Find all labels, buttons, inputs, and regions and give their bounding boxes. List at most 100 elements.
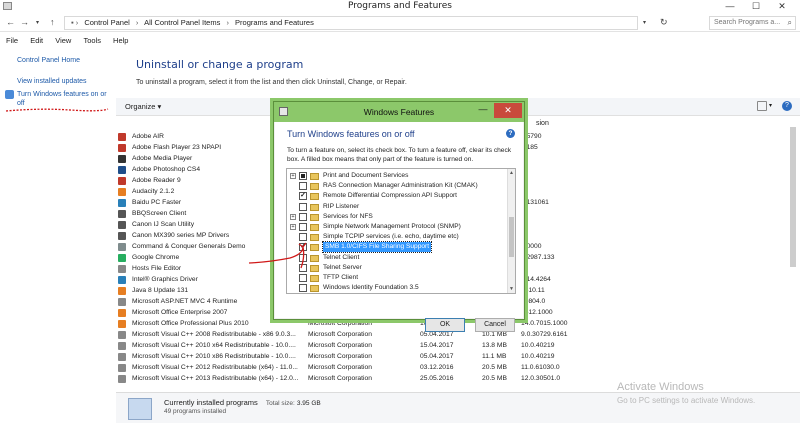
expand-icon[interactable]: + xyxy=(290,213,296,220)
feature-checkbox[interactable] xyxy=(299,263,307,272)
expand-icon[interactable]: + xyxy=(290,224,296,230)
feature-item[interactable]: RAS Connection Manager Administration Ki… xyxy=(287,181,509,191)
maximize-button[interactable]: ☐ xyxy=(744,0,768,13)
view-options-icon[interactable] xyxy=(757,101,767,111)
feature-item[interactable]: + Services for NFS xyxy=(287,212,509,222)
program-publisher: Microsoft Corporation xyxy=(308,353,372,360)
program-version: 3.131061 xyxy=(521,199,549,206)
activate-windows-title: Activate Windows xyxy=(617,381,704,393)
feature-item[interactable]: ✓ SMB 1.0/CIFS File Sharing Support xyxy=(287,241,509,254)
breadcrumb-programs[interactable]: Programs and Features xyxy=(235,18,314,27)
menu-view[interactable]: View xyxy=(55,36,71,45)
program-name: Microsoft Visual C++ 2008 Redistributabl… xyxy=(132,331,296,338)
recent-dropdown-icon[interactable]: ▾ xyxy=(36,19,39,26)
page-title: Uninstall or change a program xyxy=(136,58,304,71)
feature-checkbox[interactable] xyxy=(299,233,307,242)
program-icon xyxy=(118,298,126,306)
feature-item[interactable]: + Simple Network Management Protocol (SNM… xyxy=(287,222,509,232)
cancel-button[interactable]: Cancel xyxy=(475,318,515,332)
minimize-button[interactable]: — xyxy=(718,0,742,13)
program-icon xyxy=(118,276,126,284)
search-placeholder: Search Programs a... xyxy=(714,19,781,26)
search-input[interactable]: Search Programs a... ⌕ xyxy=(709,16,796,30)
feature-item[interactable]: Telnet Server xyxy=(287,263,509,273)
feature-item[interactable]: Simple TCPIP services (i.e. echo, daytim… xyxy=(287,232,509,242)
program-publisher: Microsoft Corporation xyxy=(308,331,372,338)
help-icon[interactable]: ? xyxy=(506,129,515,138)
forward-arrow-icon[interactable]: → xyxy=(20,17,29,27)
dialog-minimize-button[interactable]: — xyxy=(474,103,492,118)
program-version: 12.0.30501.0 xyxy=(521,375,561,382)
feature-label: Telnet Server xyxy=(323,263,362,271)
feature-item[interactable]: Telnet Client xyxy=(287,253,509,263)
breadcrumb[interactable]: ▪ › Control Panel › All Control Panel It… xyxy=(64,16,638,30)
menu-file[interactable]: File xyxy=(6,36,18,45)
folder-icon xyxy=(310,234,319,242)
scroll-up-icon[interactable]: ▲ xyxy=(509,170,514,176)
folder-icon xyxy=(310,244,319,252)
program-version: 6612.1000 xyxy=(521,309,553,316)
feature-checkbox[interactable] xyxy=(299,274,307,282)
help-icon[interactable]: ? xyxy=(782,101,792,111)
feature-checkbox[interactable] xyxy=(299,253,307,262)
folder-icon xyxy=(310,203,319,211)
version-column-header[interactable]: sion xyxy=(536,120,549,127)
expand-icon[interactable]: + xyxy=(290,173,296,179)
feature-checkbox[interactable] xyxy=(299,182,307,191)
feature-checkbox[interactable]: ✓ xyxy=(299,243,307,252)
turn-windows-features-link[interactable]: Turn Windows features on or off xyxy=(17,90,112,108)
feature-checkbox[interactable] xyxy=(299,172,307,180)
feature-list[interactable]: ▲ ▼ + Print and Document Services RAS Conn… xyxy=(286,168,516,294)
feature-item[interactable]: ✓ Remote Differential Compression API Sup… xyxy=(287,191,509,201)
program-version: 11.0.61030.0 xyxy=(521,364,560,371)
table-row[interactable]: Microsoft Visual C++ 2012 Redistributabl… xyxy=(118,362,798,373)
feature-item[interactable]: TFTP Client xyxy=(287,273,509,283)
feature-item[interactable]: Windows Identity Foundation 3.5 xyxy=(287,283,509,293)
table-row[interactable]: Microsoft Visual C++ 2010 x64 Redistribu… xyxy=(118,340,798,351)
program-name: Microsoft Visual C++ 2010 x86 Redistribu… xyxy=(132,353,296,360)
control-panel-home-link[interactable]: Control Panel Home xyxy=(17,56,80,65)
feature-checkbox[interactable] xyxy=(299,202,307,211)
feature-checkbox[interactable]: ✓ xyxy=(299,192,307,201)
chevron-right-icon: › xyxy=(226,18,229,27)
chevron-down-icon[interactable]: ▾ xyxy=(769,102,772,109)
program-version: 0.2987.133 xyxy=(521,254,555,261)
program-icon xyxy=(118,353,126,361)
feature-checkbox[interactable] xyxy=(299,212,307,221)
feature-checkbox[interactable] xyxy=(299,284,307,293)
program-icon xyxy=(118,166,126,174)
scroll-down-icon[interactable]: ▼ xyxy=(509,286,514,292)
refresh-icon[interactable]: ↻ xyxy=(660,17,668,28)
menu-bar: File Edit View Tools Help xyxy=(0,34,132,48)
back-arrow-icon[interactable]: ← xyxy=(6,17,15,27)
main-scrollbar[interactable] xyxy=(788,117,798,393)
breadcrumb-control-panel[interactable]: Control Panel xyxy=(84,18,129,27)
feature-item[interactable]: RIP Listener xyxy=(287,202,509,212)
breadcrumb-all-items[interactable]: All Control Panel Items xyxy=(144,18,220,27)
scrollbar-thumb[interactable] xyxy=(790,127,796,267)
feature-checkbox[interactable] xyxy=(299,223,307,231)
address-dropdown-icon[interactable]: ▾ xyxy=(643,19,646,26)
dialog-heading: Turn Windows features on or off xyxy=(287,129,415,139)
dialog-close-button[interactable]: ✕ xyxy=(494,103,522,118)
program-size: 20.5 MB xyxy=(482,364,507,371)
program-installed-on: 25.05.2016 xyxy=(420,375,454,382)
menu-edit[interactable]: Edit xyxy=(30,36,43,45)
scrollbar-thumb[interactable] xyxy=(509,217,514,257)
view-installed-updates-link[interactable]: View installed updates xyxy=(17,77,87,86)
close-button[interactable]: ✕ xyxy=(770,0,794,13)
table-row[interactable]: Microsoft Visual C++ 2010 x86 Redistribu… xyxy=(118,351,798,362)
menu-help[interactable]: Help xyxy=(113,36,128,45)
menu-tools[interactable]: Tools xyxy=(83,36,101,45)
up-arrow-icon[interactable]: ↑ xyxy=(50,17,55,27)
organize-button[interactable]: Organize ▾ xyxy=(125,102,161,111)
program-version: 0.185 xyxy=(521,144,538,151)
window-titlebar: Programs and Features — ☐ ✕ xyxy=(0,0,800,13)
activate-windows-subtitle: Go to PC settings to activate Windows. xyxy=(617,396,756,405)
program-size: 20.5 MB xyxy=(482,375,507,382)
feature-item[interactable]: + Print and Document Services xyxy=(287,171,509,181)
search-icon[interactable]: ⌕ xyxy=(788,17,792,29)
ok-button[interactable]: OK xyxy=(425,318,465,332)
program-name: Microsoft Visual C++ 2010 x64 Redistribu… xyxy=(132,342,296,349)
program-size: 13.8 MB xyxy=(482,342,507,349)
